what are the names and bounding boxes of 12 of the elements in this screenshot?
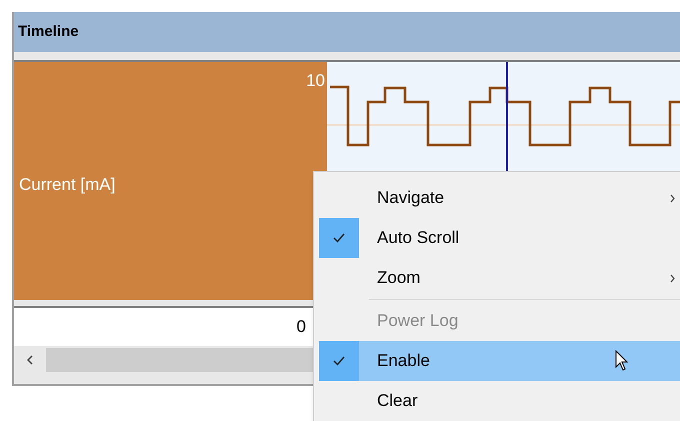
channel-label: Current [mA] [19, 174, 116, 196]
menu-section-header: Power Log [377, 310, 458, 332]
mouse-pointer-icon [614, 350, 629, 372]
menu-item[interactable]: Auto Scroll [319, 218, 680, 258]
menu-item[interactable]: Zoom [319, 258, 680, 298]
chevron-left-icon [27, 355, 33, 365]
panel-title: Timeline [18, 22, 79, 42]
menu-item[interactable]: Clear [319, 381, 680, 421]
menu-item[interactable]: Enable [319, 341, 680, 381]
axis-max-label: 10 [306, 70, 325, 92]
menu-item[interactable]: Navigate [319, 178, 680, 218]
x-axis-start-label: 0 [296, 316, 306, 338]
